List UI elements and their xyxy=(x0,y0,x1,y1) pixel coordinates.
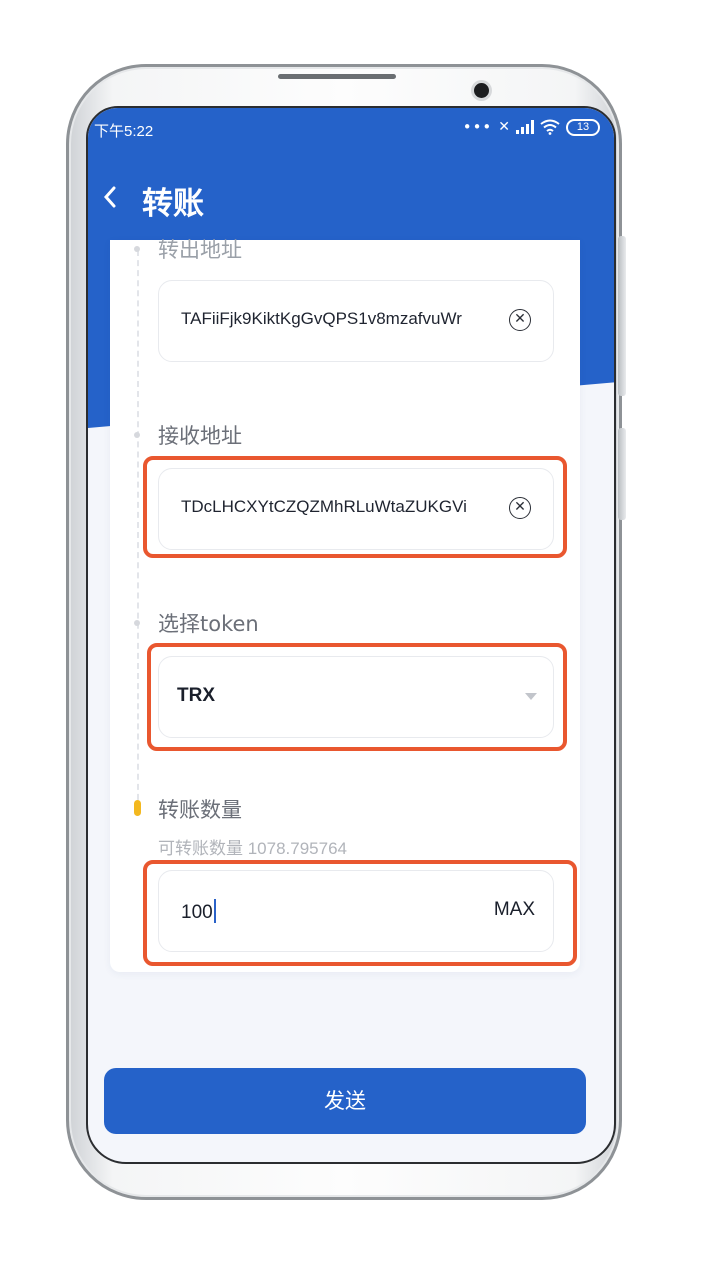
battery-icon: 13 xyxy=(566,118,600,136)
chevron-left-icon xyxy=(103,186,116,208)
highlight-to-address xyxy=(143,456,567,558)
mute-icon: ✕ xyxy=(498,119,510,135)
app-screen: 下午5:22 ••• ✕ 13 转账 转出地址 TAFiiFjk9KiktKgG… xyxy=(86,106,616,1164)
active-step-indicator xyxy=(134,800,141,816)
highlight-token xyxy=(147,643,567,751)
step-dot xyxy=(134,432,140,438)
status-bar: 下午5:22 ••• ✕ 13 xyxy=(88,108,614,144)
more-icon: ••• xyxy=(462,118,493,136)
available-amount: 可转账数量 1078.795764 xyxy=(158,839,347,858)
amount-label: 转账数量 xyxy=(158,798,242,822)
status-time: 下午5:22 xyxy=(94,123,154,140)
token-label: 选择token xyxy=(158,612,259,636)
send-button[interactable]: 发送 xyxy=(104,1068,586,1134)
stage: 下午5:22 ••• ✕ 13 转账 转出地址 TAFiiFjk9KiktKgG… xyxy=(0,0,702,1262)
step-timeline xyxy=(137,250,139,810)
status-icons: ••• ✕ 13 xyxy=(463,118,600,136)
signal-icon xyxy=(516,120,534,134)
nav-bar: 转账 xyxy=(88,170,614,226)
power-button xyxy=(618,428,626,520)
from-address-field[interactable]: TAFiiFjk9KiktKgGvQPS1v8mzafvuWr ✕ xyxy=(158,280,554,362)
to-address-label: 接收地址 xyxy=(158,424,242,448)
volume-button xyxy=(618,236,626,396)
page-title: 转账 xyxy=(142,186,204,222)
phone-speaker xyxy=(278,74,396,79)
front-camera xyxy=(474,83,489,98)
from-address-label: 转出地址 xyxy=(158,238,242,262)
step-dot xyxy=(134,246,140,252)
from-address-value: TAFiiFjk9KiktKgGvQPS1v8mzafvuWr xyxy=(181,309,462,328)
close-circle-icon[interactable]: ✕ xyxy=(509,309,531,331)
highlight-amount xyxy=(143,860,577,966)
step-dot xyxy=(134,620,140,626)
back-button[interactable] xyxy=(96,180,124,214)
wifi-icon xyxy=(540,119,560,135)
